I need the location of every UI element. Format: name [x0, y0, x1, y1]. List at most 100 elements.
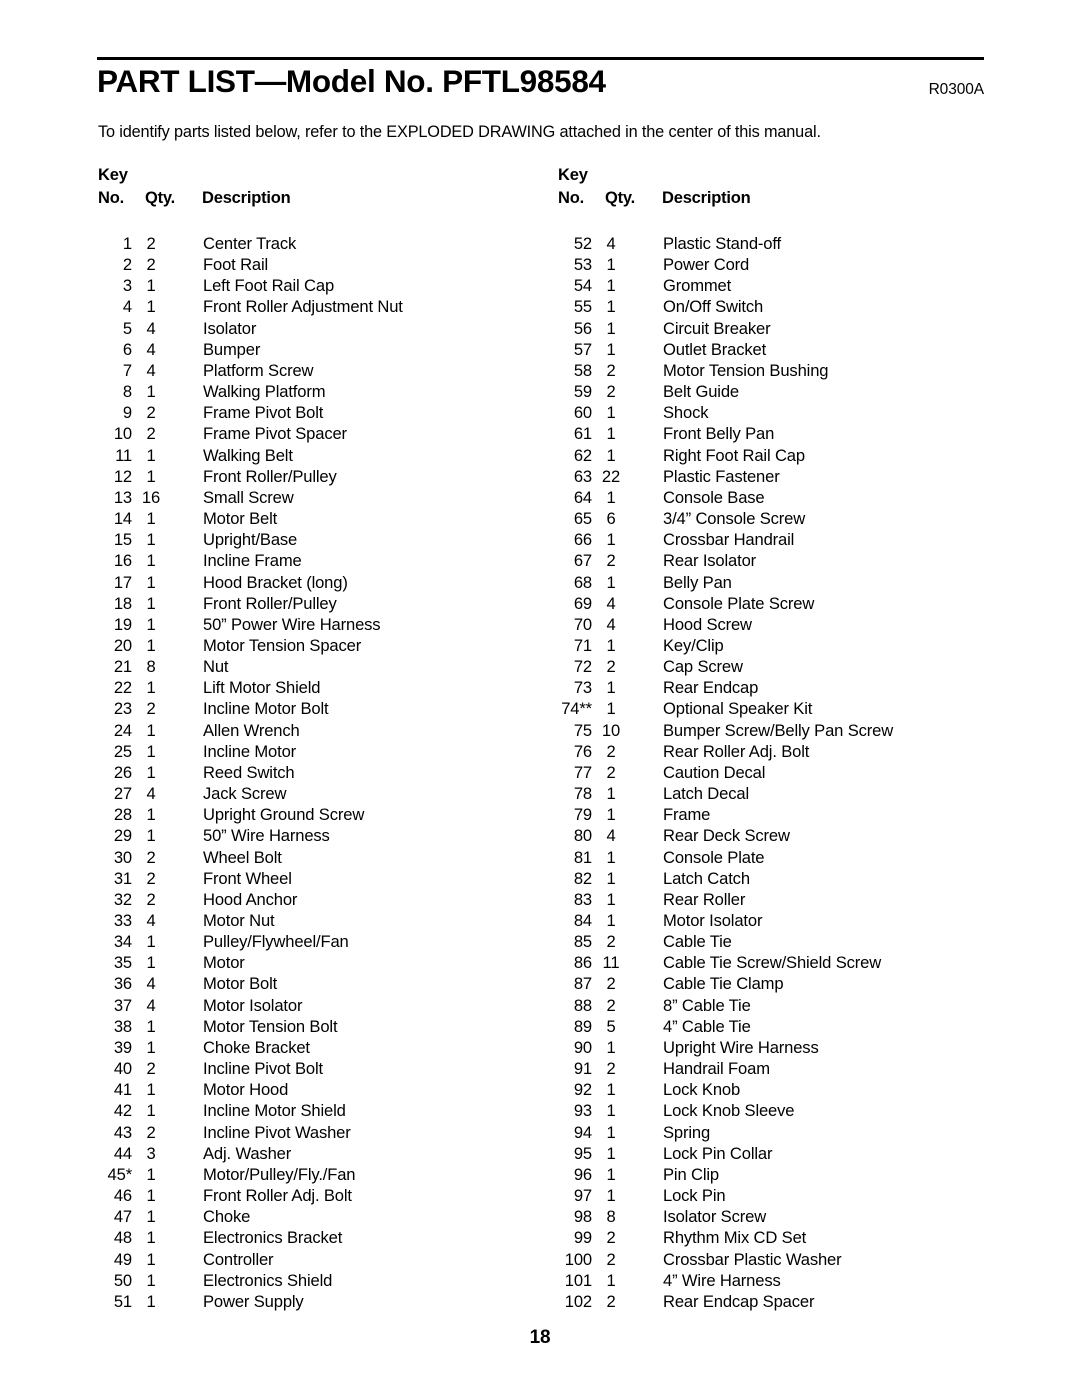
part-description: Front Roller Adjustment Nut — [203, 297, 403, 317]
part-key-number: 23 — [113, 699, 132, 719]
table-row: 51 1 Power Supply — [0, 1291, 470, 1312]
table-row: 54 1 Grommet — [460, 275, 930, 296]
table-row: 2 2 Foot Rail — [0, 254, 470, 275]
part-description: Belt Guide — [663, 382, 739, 402]
part-key-number: 78 — [573, 784, 592, 804]
part-description: Lock Pin — [663, 1186, 726, 1206]
part-key-number: 73 — [573, 678, 592, 698]
part-key-number: 83 — [573, 889, 592, 909]
part-quantity: 1 — [146, 276, 156, 296]
table-row: 6 4 Bumper — [0, 339, 470, 360]
part-description: Walking Platform — [203, 382, 326, 402]
table-row: 95 1 Lock Pin Collar — [460, 1143, 930, 1164]
part-description: Console Plate — [663, 847, 765, 867]
table-row: 37 4 Motor Isolator — [0, 995, 470, 1016]
part-description: Motor/Pulley/Fly./Fan — [203, 1164, 356, 1184]
part-description: Bumper Screw/Belly Pan Screw — [663, 720, 894, 740]
part-key-number: 89 — [573, 1016, 592, 1036]
part-description: Motor Bolt — [203, 974, 278, 994]
part-key-number: 36 — [113, 974, 132, 994]
part-key-number: 2 — [122, 255, 132, 275]
part-quantity: 1 — [146, 509, 156, 529]
part-key-number: 27 — [113, 784, 132, 804]
table-row: 44 3 Adj. Washer — [0, 1143, 470, 1164]
part-key-number: 47 — [113, 1207, 132, 1227]
part-quantity: 4 — [146, 784, 156, 804]
part-description: Frame Pivot Spacer — [203, 424, 347, 444]
table-row: 24 1 Allen Wrench — [0, 720, 470, 741]
part-quantity: 1 — [606, 318, 616, 338]
part-description: Handrail Foam — [663, 1059, 770, 1079]
column-header-key-right: Key — [558, 166, 588, 184]
part-key-number: 26 — [113, 762, 132, 782]
part-quantity: 1 — [146, 572, 156, 592]
part-description: Electronics Shield — [203, 1270, 333, 1290]
part-key-number: 90 — [573, 1037, 592, 1057]
table-row: 34 1 Pulley/Flywheel/Fan — [0, 931, 470, 952]
table-row: 7 4 Platform Screw — [0, 360, 470, 381]
part-description: Nut — [203, 657, 229, 677]
part-key-number: 33 — [113, 911, 132, 930]
table-row: 88 2 8” Cable Tie — [460, 995, 930, 1016]
table-row: 38 1 Motor Tension Bolt — [0, 1016, 470, 1037]
part-quantity: 4 — [146, 974, 156, 994]
part-key-number: 74** — [561, 699, 592, 719]
part-quantity: 2 — [606, 974, 616, 994]
table-row: 89 5 4” Cable Tie — [460, 1016, 930, 1037]
part-description: Adj. Washer — [203, 1143, 292, 1163]
part-description: Grommet — [663, 276, 732, 296]
part-quantity: 1 — [606, 297, 616, 317]
table-row: 84 1 Motor Isolator — [460, 910, 930, 931]
part-key-number: 60 — [573, 403, 592, 423]
table-row: 83 1 Rear Roller — [460, 889, 930, 910]
table-row: 70 4 Hood Screw — [460, 614, 930, 635]
part-key-number: 16 — [113, 551, 132, 571]
table-row: 42 1 Incline Motor Shield — [0, 1100, 470, 1121]
table-row: 41 1 Motor Hood — [0, 1079, 470, 1100]
part-description: Motor Tension Spacer — [203, 635, 362, 655]
table-row: 30 2 Wheel Bolt — [0, 847, 470, 868]
part-key-number: 30 — [113, 847, 132, 867]
part-description: Hood Bracket (long) — [203, 572, 348, 592]
table-row: 62 1 Right Foot Rail Cap — [460, 445, 930, 466]
part-description: Crossbar Handrail — [663, 530, 795, 550]
part-description: Caution Decal — [663, 762, 766, 782]
table-row: 55 1 On/Off Switch — [460, 296, 930, 317]
part-quantity: 1 — [606, 445, 616, 465]
part-key-number: 52 — [573, 234, 592, 253]
part-key-number: 43 — [113, 1122, 132, 1142]
table-row: 4 1 Front Roller Adjustment Nut — [0, 296, 470, 317]
table-row: 52 4 Plastic Stand-off — [460, 233, 930, 254]
part-quantity: 1 — [146, 1186, 156, 1206]
part-description: Power Cord — [663, 255, 750, 275]
part-quantity: 2 — [606, 1249, 616, 1269]
table-row: 16 1 Incline Frame — [0, 550, 470, 571]
part-quantity: 2 — [146, 234, 156, 253]
part-description: Incline Pivot Washer — [203, 1122, 351, 1142]
part-quantity: 10 — [601, 720, 621, 740]
part-quantity: 2 — [606, 995, 616, 1015]
part-description: Choke — [203, 1207, 251, 1227]
part-key-number: 7 — [122, 360, 132, 380]
part-description: Incline Motor Bolt — [203, 699, 329, 719]
part-key-number: 6 — [122, 339, 132, 359]
part-quantity: 1 — [146, 1016, 156, 1036]
part-quantity: 4 — [606, 234, 616, 253]
table-row: 9 2 Frame Pivot Bolt — [0, 402, 470, 423]
part-description: Hood Screw — [663, 614, 752, 634]
part-description: Motor Isolator — [663, 911, 763, 930]
part-quantity: 1 — [146, 741, 156, 761]
part-key-number: 31 — [113, 868, 132, 888]
part-description: Reed Switch — [203, 762, 295, 782]
part-description: Crossbar Plastic Washer — [663, 1249, 842, 1269]
part-quantity: 11 — [602, 953, 620, 973]
part-key-number: 25 — [113, 741, 132, 761]
part-key-number: 100 — [564, 1249, 592, 1269]
part-key-number: 72 — [573, 657, 592, 677]
part-description: Belly Pan — [663, 572, 732, 592]
table-row: 15 1 Upright/Base — [0, 529, 470, 550]
part-description: Motor Hood — [203, 1080, 289, 1100]
part-description: Front Wheel — [203, 868, 292, 888]
part-key-number: 63 — [573, 466, 592, 486]
table-row: 31 2 Front Wheel — [0, 868, 470, 889]
